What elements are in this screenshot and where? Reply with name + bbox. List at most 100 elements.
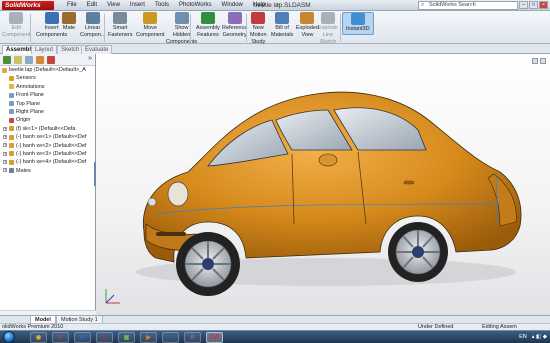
viewport-maximize-icon[interactable] <box>540 58 546 64</box>
edit-component-label1: Edit <box>11 25 21 31</box>
assembly-features-button[interactable]: Assembly Features <box>196 12 220 38</box>
tree-item[interactable]: + (-) banh xe<4> (Default<<Def <box>0 158 95 166</box>
menu-view[interactable]: View <box>102 1 125 10</box>
tab-layout[interactable]: Layout <box>31 45 58 54</box>
menu-edit[interactable]: Edit <box>82 1 102 10</box>
command-manager-tabs: Assembly Layout Sketch Evaluate <box>0 44 550 55</box>
tree-item[interactable]: Top Plane <box>0 100 95 108</box>
graphics-viewport[interactable] <box>96 54 550 315</box>
expand-icon[interactable]: + <box>3 168 7 173</box>
search-icon: ⌕ <box>421 2 425 8</box>
expand-icon[interactable]: + <box>3 160 7 165</box>
language-indicator[interactable]: EN <box>519 333 527 341</box>
feature-tree-icon[interactable] <box>3 56 11 64</box>
new-motion-study-button[interactable]: New Motion Study <box>250 12 267 45</box>
tree-item[interactable]: + (-) banh xe<1> (Default<<Def <box>0 133 95 141</box>
expand-icon[interactable]: + <box>3 126 7 131</box>
paint-app-icon[interactable]: ▣ <box>118 332 135 343</box>
assembly-icon <box>2 67 7 73</box>
move-component-label1: Move <box>143 25 157 31</box>
search-input[interactable]: ⌕ SolidWorks Search <box>418 1 518 10</box>
tray-icons[interactable]: ▴ ◧ ◆ <box>532 333 547 341</box>
vw-badge <box>147 197 157 207</box>
display-manager-icon[interactable] <box>47 56 55 64</box>
feature-manager-toolbar: » <box>0 54 95 66</box>
reference-geometry-label2: Geometry <box>222 32 247 38</box>
tree-item[interactable]: Right Plane <box>0 108 95 116</box>
explode-line-sketch-icon <box>320 12 335 24</box>
front-grille <box>156 232 186 236</box>
menu-window[interactable]: Window <box>217 1 248 10</box>
toolbar-separator <box>104 14 105 42</box>
tree-item[interactable]: Sensors <box>0 74 95 82</box>
tree-item-label: Sensors <box>16 75 36 82</box>
menu-tools[interactable]: Tools <box>150 1 174 10</box>
move-component-button[interactable]: Move Component <box>136 12 164 38</box>
instant3d-icon <box>350 13 365 25</box>
model-tabs: Model Motion Study 1 <box>0 315 550 324</box>
tree-item[interactable]: + (f) sk<1> (Default<<Defa <box>0 125 95 133</box>
expand-panel-icon[interactable]: » <box>88 55 92 62</box>
menu-file[interactable]: File <box>62 1 82 10</box>
smart-fasteners-icon <box>113 12 128 24</box>
tree-root-assembly[interactable]: beetle lap (Default<<Default>_A <box>0 66 95 74</box>
assembly-features-label1: Assembly <box>196 25 220 31</box>
new-motion-study-icon <box>251 12 266 24</box>
dimxpert-icon[interactable] <box>36 56 44 64</box>
word-app-icon[interactable]: W <box>74 332 91 343</box>
tree-item[interactable]: + (-) banh xe<3> (Default<<Def <box>0 150 95 158</box>
bill-of-materials-label2: Materials <box>271 32 294 38</box>
command-manager: Edit Component Insert Components Mate Linear C… <box>0 11 550 45</box>
smart-fasteners-button[interactable]: Smart Fasteners <box>108 12 132 38</box>
solidworks-app-icon[interactable]: S <box>96 332 113 343</box>
start-button[interactable] <box>3 331 15 343</box>
exploded-view-button[interactable]: Exploded View <box>296 12 319 38</box>
edit-component-button[interactable]: Edit Component <box>2 12 30 38</box>
maximize-icon[interactable]: □ <box>529 1 538 9</box>
menu-insert[interactable]: Insert <box>125 1 150 10</box>
expand-icon[interactable]: + <box>3 134 7 139</box>
tree-item[interactable]: Annotations <box>0 83 95 91</box>
viewport-restore-icon[interactable] <box>532 58 538 64</box>
new-motion-study-label2: Motion <box>250 32 267 38</box>
tree-item-label: (-) banh xe<1> (Default<<Def <box>16 134 87 141</box>
reference-geometry-button[interactable]: Reference Geometry <box>222 12 247 38</box>
tree-item-label: Right Plane <box>16 108 44 115</box>
tab-sketch[interactable]: Sketch <box>57 45 84 54</box>
bill-of-materials-label1: Bill of <box>275 25 289 31</box>
winrar-app-icon[interactable]: R <box>184 332 201 343</box>
linear-component-button[interactable]: Linear Compon... <box>80 12 105 38</box>
tree-item[interactable]: Front Plane <box>0 91 95 99</box>
close-icon[interactable]: × <box>539 1 548 9</box>
property-manager-icon[interactable] <box>14 56 22 64</box>
tree-item[interactable]: Origin <box>0 116 95 124</box>
player-app-icon[interactable]: ▶ <box>140 332 157 343</box>
tree-item[interactable]: + Mates <box>0 167 95 175</box>
tree-item-label: (-) banh xe<2> (Default<<Def <box>16 142 87 149</box>
chrome-app-icon[interactable]: ◉ <box>30 332 47 343</box>
linear-component-label2: Compon... <box>80 32 106 38</box>
side-mirror <box>318 153 338 167</box>
menu-photoworks[interactable]: PhotoWorks <box>174 1 217 10</box>
insert-components-label1: Insert <box>44 25 59 31</box>
tab-evaluate[interactable]: Evaluate <box>81 45 113 54</box>
explode-line-sketch-button[interactable]: Explode Line Sketch <box>318 12 338 45</box>
explode-line-sketch-label2: Line <box>322 32 334 38</box>
front-wheel <box>176 232 240 296</box>
configuration-manager-icon[interactable] <box>25 56 33 64</box>
expand-icon[interactable]: + <box>3 143 7 148</box>
feature-tree: beetle lap (Default<<Default>_A Sensors An… <box>0 66 95 175</box>
tree-item[interactable]: + (-) banh xe<2> (Default<<Def <box>0 142 95 150</box>
instant3d-button[interactable]: Instant3D <box>342 12 374 35</box>
photoshop-app-icon[interactable]: Ps <box>162 332 179 343</box>
bill-of-materials-button[interactable]: Bill of Materials <box>271 12 293 38</box>
solidworks-logo[interactable]: SolidWorks <box>2 1 54 10</box>
sw-window-icon[interactable]: SW <box>206 332 223 343</box>
window-controls: – □ × <box>519 1 548 9</box>
mate-button[interactable]: Mate <box>62 12 76 31</box>
unikey-app-icon[interactable]: V <box>52 332 69 343</box>
insert-components-label2: Components <box>36 32 68 38</box>
minimize-icon[interactable]: – <box>519 1 528 9</box>
expand-icon[interactable]: + <box>3 151 7 156</box>
show-hidden-button[interactable]: Show Hidden Components <box>166 12 197 45</box>
